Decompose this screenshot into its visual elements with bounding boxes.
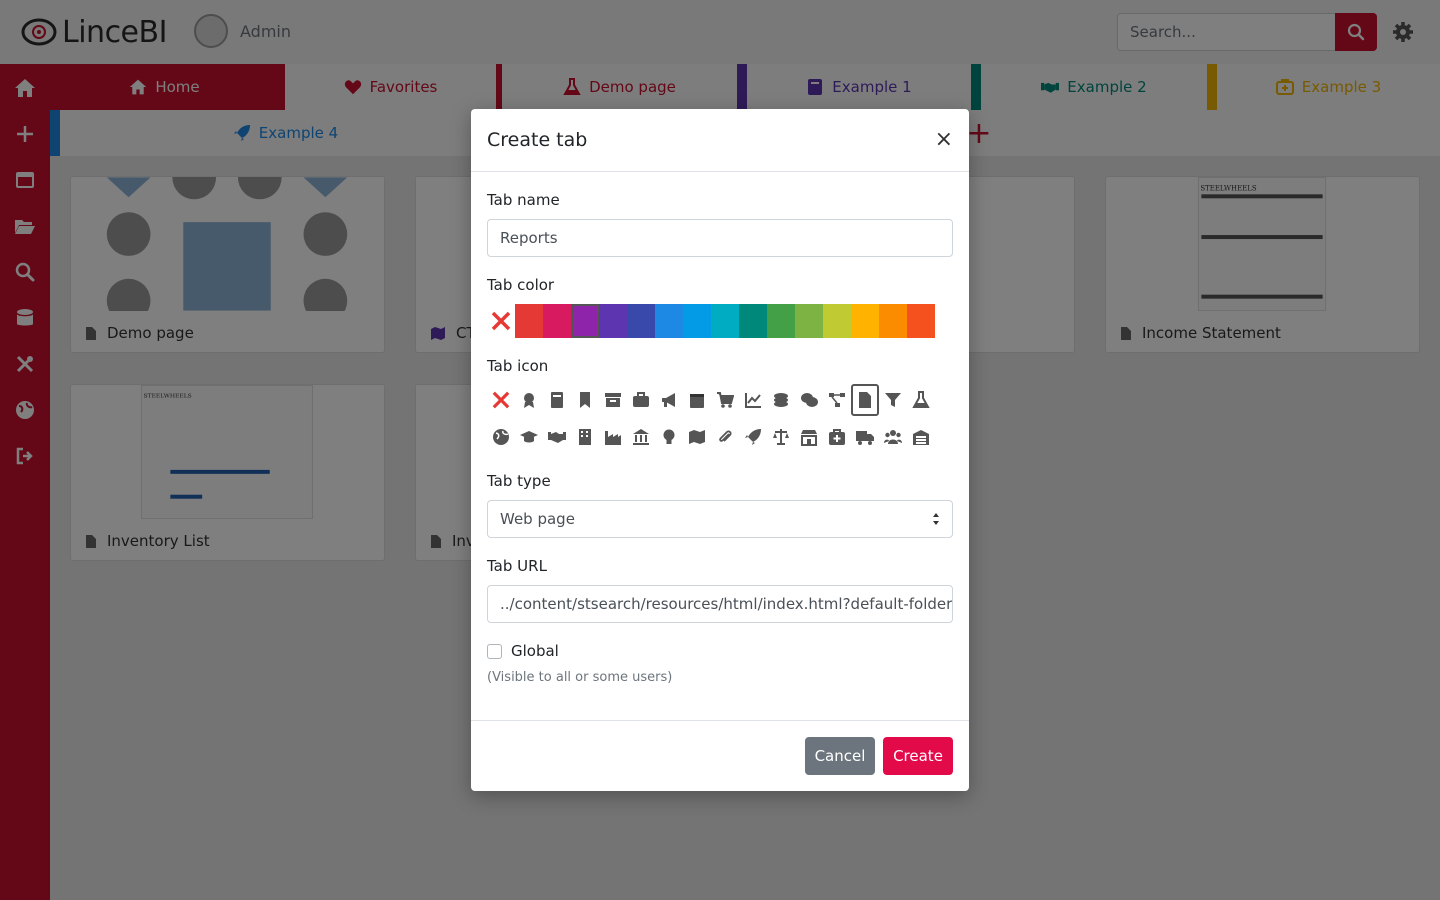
tab-type-value: Web page <box>500 510 575 528</box>
modal-header: Create tab × <box>471 109 969 172</box>
color-swatch[interactable] <box>739 304 767 338</box>
color-swatch[interactable] <box>795 304 823 338</box>
filter-icon[interactable] <box>879 384 907 416</box>
coins-icon[interactable] <box>767 384 795 416</box>
warehouse-icon[interactable] <box>907 421 935 453</box>
flask-icon[interactable] <box>907 384 935 416</box>
no-color-icon[interactable] <box>487 304 515 338</box>
building-icon[interactable] <box>571 421 599 453</box>
industry-icon[interactable] <box>599 421 627 453</box>
select-arrows-icon <box>933 513 939 525</box>
chart-line-icon[interactable] <box>739 384 767 416</box>
cancel-button[interactable]: Cancel <box>805 737 875 775</box>
color-swatch[interactable] <box>543 304 571 338</box>
cart-icon[interactable] <box>711 384 739 416</box>
create-tab-modal: Create tab × Tab name Tab color Tab icon… <box>471 109 969 791</box>
global-label: Global <box>511 642 559 660</box>
close-icon[interactable]: × <box>935 127 953 152</box>
color-swatch[interactable] <box>879 304 907 338</box>
calendar-icon[interactable] <box>683 384 711 416</box>
icon-picker-row-1 <box>487 384 935 416</box>
create-button[interactable]: Create <box>883 737 953 775</box>
tab-url-field[interactable]: ../content/stsearch/resources/html/index… <box>487 585 953 623</box>
users-icon[interactable] <box>879 421 907 453</box>
color-picker <box>487 304 935 338</box>
globe-icon[interactable] <box>487 421 515 453</box>
truck-icon[interactable] <box>851 421 879 453</box>
map-icon[interactable] <box>683 421 711 453</box>
project-diagram-icon[interactable] <box>823 384 851 416</box>
rocket-icon[interactable] <box>739 421 767 453</box>
graduation-cap-icon[interactable] <box>515 421 543 453</box>
briefcase-icon[interactable] <box>627 384 655 416</box>
color-swatch[interactable] <box>851 304 879 338</box>
lightbulb-icon[interactable] <box>655 421 683 453</box>
color-swatch[interactable] <box>683 304 711 338</box>
icon-picker-row-2 <box>487 421 935 453</box>
tab-name-field[interactable] <box>487 219 953 257</box>
color-swatch[interactable] <box>627 304 655 338</box>
bullhorn-icon[interactable] <box>655 384 683 416</box>
book-icon[interactable] <box>543 384 571 416</box>
global-checkbox[interactable] <box>487 644 502 659</box>
tab-icon-label: Tab icon <box>487 357 549 375</box>
color-swatch[interactable] <box>823 304 851 338</box>
color-swatch[interactable] <box>515 304 543 338</box>
store-icon[interactable] <box>795 421 823 453</box>
handshake-icon[interactable] <box>543 421 571 453</box>
bookmark-icon[interactable] <box>571 384 599 416</box>
color-swatch[interactable] <box>767 304 795 338</box>
modal-title: Create tab <box>487 129 588 151</box>
award-icon[interactable] <box>515 384 543 416</box>
color-swatch[interactable] <box>655 304 683 338</box>
global-help-text: (Visible to all or some users) <box>487 670 673 685</box>
tab-type-select[interactable]: Web page <box>487 500 953 538</box>
no-icon-icon[interactable] <box>487 384 515 416</box>
color-swatch[interactable] <box>571 304 599 338</box>
tab-type-label: Tab type <box>487 472 551 490</box>
balance-scale-icon[interactable] <box>767 421 795 453</box>
color-swatch[interactable] <box>711 304 739 338</box>
modal-footer: Cancel Create <box>471 720 969 791</box>
tab-name-input[interactable] <box>500 229 940 247</box>
color-swatch[interactable] <box>599 304 627 338</box>
paperclip-icon[interactable] <box>711 421 739 453</box>
archive-icon[interactable] <box>599 384 627 416</box>
tab-url-value: ../content/stsearch/resources/html/index… <box>500 595 953 613</box>
tab-url-label: Tab URL <box>487 557 547 575</box>
comments-dollar-icon[interactable] <box>795 384 823 416</box>
tab-name-label: Tab name <box>487 191 560 209</box>
color-swatch[interactable] <box>907 304 935 338</box>
tab-color-label: Tab color <box>487 276 555 294</box>
file-icon[interactable] <box>851 384 879 416</box>
medkit-icon[interactable] <box>823 421 851 453</box>
university-icon[interactable] <box>627 421 655 453</box>
